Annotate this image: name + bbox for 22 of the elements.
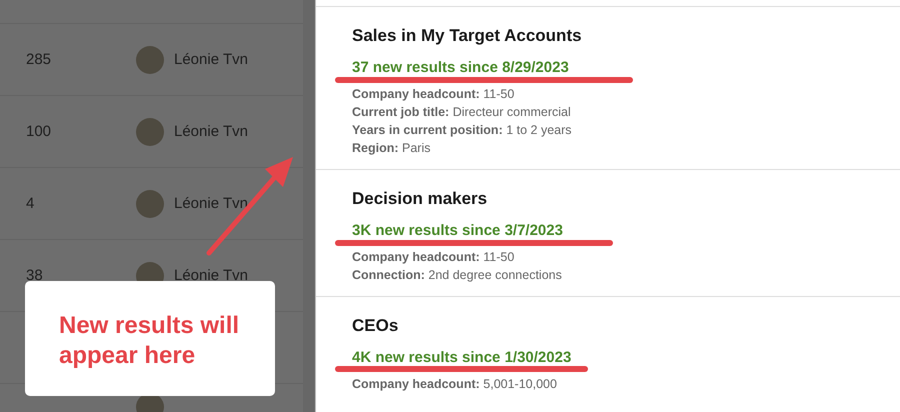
owner-name: Léonie Tvn [174, 123, 248, 140]
callout-text: New results will appear here [59, 311, 240, 371]
filter-text: Years in current position: 1 to 2 years [352, 122, 573, 139]
new-results-link[interactable]: 37 new results since 8/29/2023 [352, 59, 864, 76]
filter-text: Current job title: Directeur commercial [352, 104, 572, 121]
table-cell-text: 38 [26, 267, 44, 284]
search-title[interactable]: CEOs [352, 316, 864, 336]
filter-text: Company headcount: 5,001-10,000 [352, 376, 558, 393]
filter-text: Connection: 2nd degree connections [352, 267, 563, 284]
owner-name: Léonie Tvn [174, 195, 248, 212]
filter-text: Company headcount: 11-50 [352, 249, 516, 266]
new-results-link[interactable]: 4K new results since 1/30/2023 [352, 349, 864, 366]
filter-text: Company headcount: 11-50 [352, 86, 516, 103]
new-results-link[interactable]: 3K new results since 3/7/2023 [352, 222, 864, 239]
table-cell-text: 4 [26, 195, 36, 212]
filter-text: Region: Paris [352, 140, 432, 157]
search-title[interactable]: Sales in My Target Accounts [352, 26, 864, 46]
table-cell-text: 100 [26, 123, 52, 140]
table-cell-text: 285 [26, 51, 52, 68]
search-title[interactable]: Decision makers [352, 189, 864, 209]
owner-name: Léonie Tvn [174, 51, 248, 68]
owner-name: Léonie Tvn [174, 267, 248, 284]
